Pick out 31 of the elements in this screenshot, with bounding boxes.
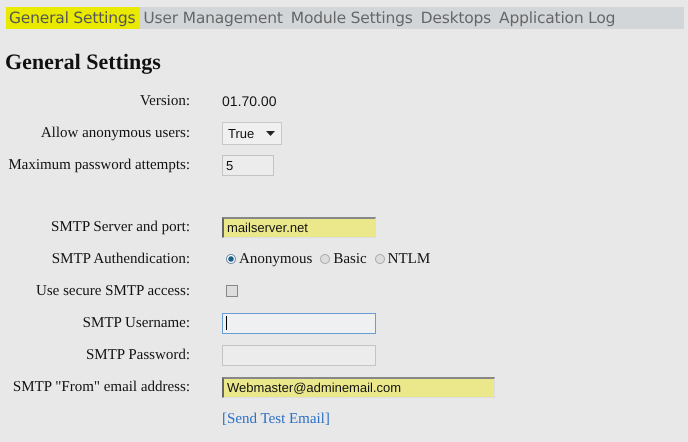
field-label: SMTP Username: xyxy=(82,314,190,330)
dropdown[interactable]: True xyxy=(222,122,282,144)
caret-icon xyxy=(266,130,276,136)
tab[interactable]: User Management xyxy=(140,7,288,29)
input-field[interactable]: Webmaster@adminemail.com xyxy=(222,376,495,398)
input-field[interactable] xyxy=(222,312,376,334)
radio-button[interactable] xyxy=(226,254,236,264)
tab[interactable]: General Settings xyxy=(6,7,140,29)
radio-label[interactable]: Anonymous xyxy=(239,250,312,268)
radio-button[interactable] xyxy=(320,254,330,264)
field-label: Version: xyxy=(140,92,190,108)
version-value: 01.70.00 xyxy=(222,93,276,109)
field-label: SMTP Password: xyxy=(86,346,190,362)
send-test-email-link[interactable]: [Send Test Email] xyxy=(222,410,330,428)
field-label: Allow anonymous users: xyxy=(40,124,190,140)
input-field[interactable]: mailserver.net xyxy=(222,216,376,238)
radio-label[interactable]: NTLM xyxy=(388,250,430,268)
input-field[interactable]: 5 xyxy=(222,154,274,176)
field-label: SMTP Server and port: xyxy=(50,218,190,234)
input-field[interactable] xyxy=(222,344,376,366)
tab[interactable]: Desktops xyxy=(418,7,496,29)
tab[interactable]: Application Log xyxy=(496,7,620,29)
page-heading: General Settings xyxy=(5,49,162,75)
tab[interactable]: Module Settings xyxy=(288,7,418,29)
field-label: Use secure SMTP access: xyxy=(36,282,190,298)
radio-button[interactable] xyxy=(374,254,385,264)
checkbox[interactable] xyxy=(226,285,238,297)
radio-label[interactable]: Basic xyxy=(333,250,367,268)
field-label: SMTP "From" email address: xyxy=(12,378,190,394)
field-label: Maximum password attempts: xyxy=(8,156,190,172)
field-label: SMTP Authendication: xyxy=(52,250,190,266)
